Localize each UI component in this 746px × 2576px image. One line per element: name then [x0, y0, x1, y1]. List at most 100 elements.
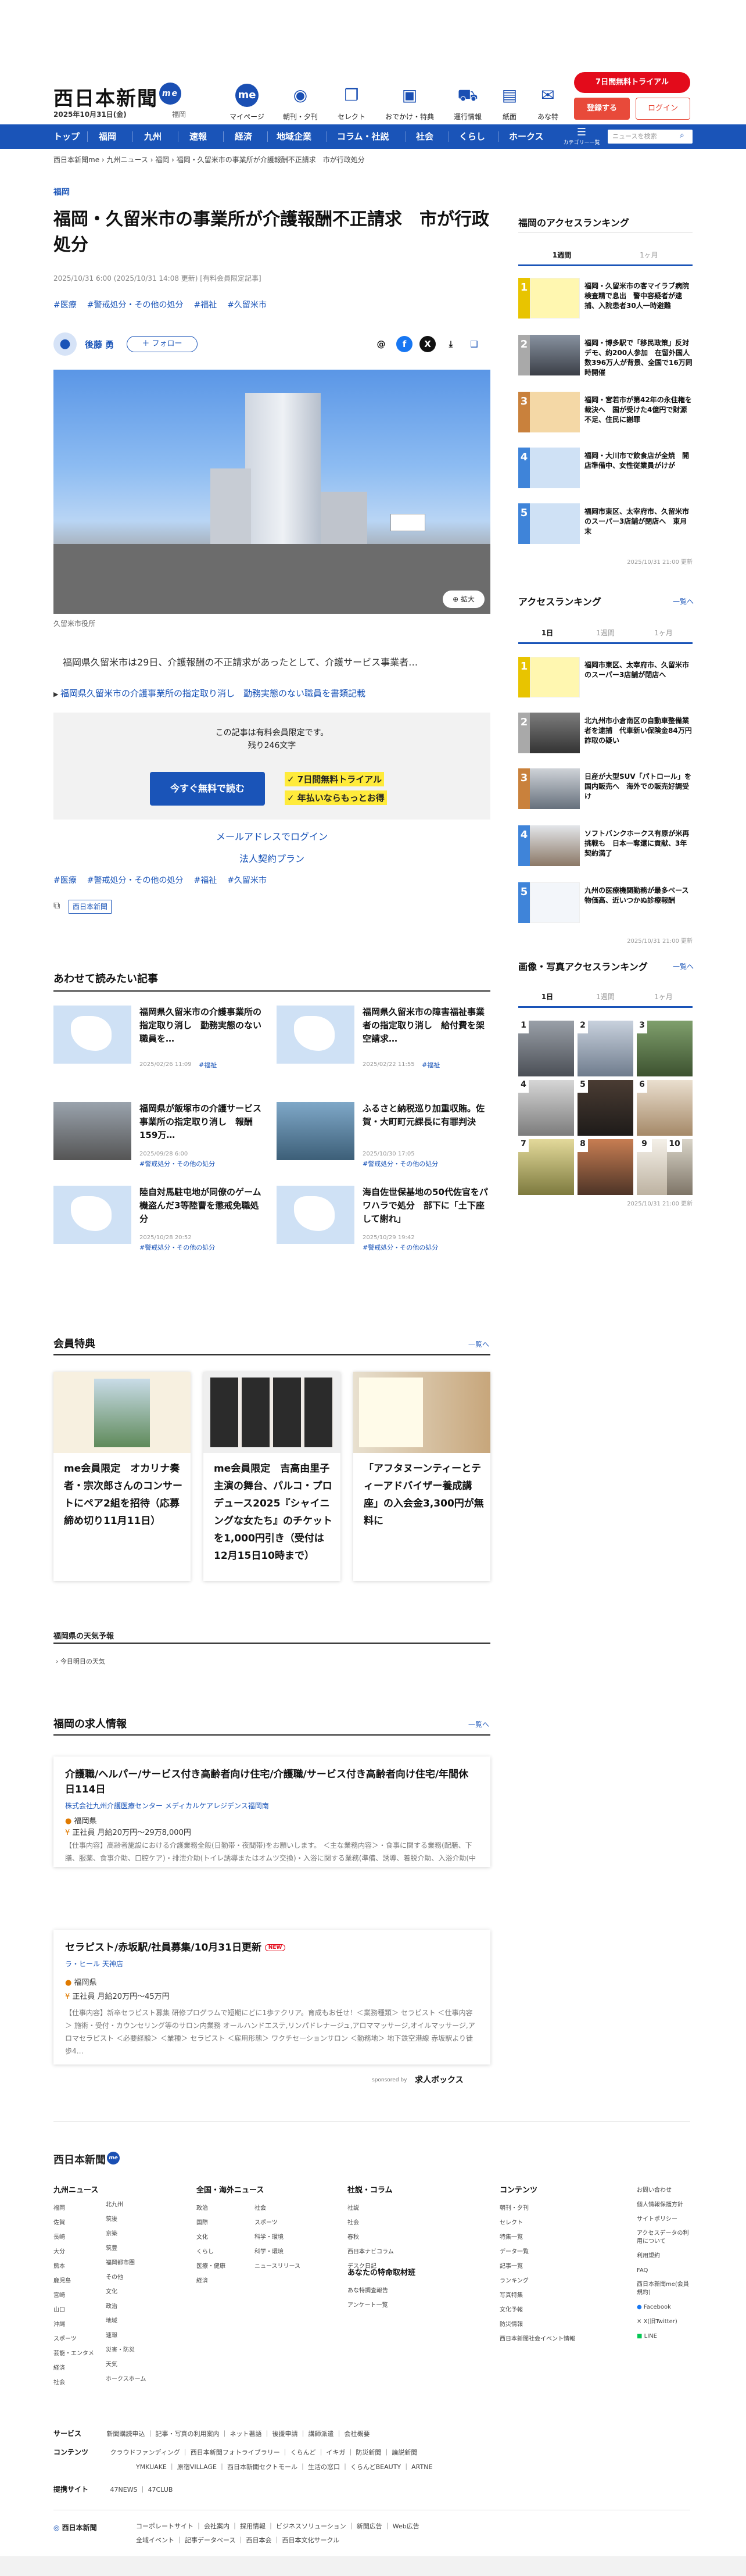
footer-link[interactable]: 個人情報保護方針 — [637, 2198, 693, 2212]
source-badge[interactable]: 西日本新聞 — [69, 900, 112, 914]
footer-link[interactable]: サイトポリシー — [637, 2212, 693, 2227]
job-card[interactable]: 介護職/ヘルパー/サービス付き高齢者向け住宅/介護職/サービス付き高齢者向け住宅… — [53, 1756, 490, 1867]
footer-link[interactable]: あな特調査報告 — [347, 2284, 440, 2298]
footer-link[interactable]: Web広告 — [393, 2523, 419, 2530]
footer-link[interactable]: 採用情報 — [240, 2523, 266, 2530]
footer-link[interactable]: 熊本 — [53, 2259, 100, 2274]
footer-link[interactable]: 北九州 — [106, 2198, 158, 2212]
menu-top[interactable]: トップ — [53, 124, 80, 149]
footer-link[interactable]: 長崎 — [53, 2230, 100, 2245]
x-link[interactable]: ✕ X(旧Twitter) — [637, 2314, 693, 2329]
perks-more-link[interactable]: 一覧へ — [468, 1339, 489, 1349]
footer-link[interactable]: 春秋 — [347, 2230, 440, 2245]
tab-month[interactable]: 1ヶ月 — [605, 250, 693, 260]
ranking-item[interactable]: 5 福岡市東区、太宰府市、久留米市のスーパー3店舗が閉店へ 東月末 — [518, 503, 693, 544]
menu-economy[interactable]: 経済 — [235, 124, 252, 149]
menu-living[interactable]: くらし — [459, 124, 485, 149]
section-label[interactable]: 福岡 — [53, 186, 70, 198]
footer-link[interactable]: アクセスデータの利用について — [637, 2230, 693, 2246]
tag-link[interactable]: #久留米市 — [227, 876, 267, 885]
recommended-card[interactable]: ふるさと納税巡り加重収賄。佐賀・大町町元課長に有罪判決 2025/10/30 1… — [277, 1102, 495, 1168]
perk-card[interactable]: me会員限定 オカリナ奏者・宗次郎さんのコンサートにペア2組を招待（応募締め切り… — [53, 1372, 191, 1581]
menu-column[interactable]: コラム・社説 — [337, 124, 389, 149]
footer-link[interactable]: 西日本新聞フォトライブラリー — [191, 2449, 280, 2456]
footer-link[interactable]: 鹿児島 — [53, 2274, 100, 2288]
article-photo[interactable]: ⊕ 拡大 — [53, 370, 490, 614]
facebook-link[interactable]: ● Facebook — [637, 2300, 693, 2314]
footer-link[interactable]: 社会 — [347, 2216, 440, 2230]
footer-link[interactable]: 佐賀 — [53, 2216, 100, 2230]
footer-link[interactable]: 科学・環境 — [254, 2245, 307, 2259]
footer-link[interactable]: 福岡都市圏 — [106, 2256, 158, 2270]
recommended-card[interactable]: 海自佐世保基地の50代佐官をパワハラで処分 部下に「土下座して謝れ」 2025/… — [277, 1186, 495, 1252]
footer-link[interactable]: 防災情報 — [500, 2317, 598, 2332]
tab-week[interactable]: 1週間 — [576, 628, 634, 638]
weather-sub[interactable]: › 今日明日の天気 — [56, 1656, 105, 1666]
header-region[interactable]: 福岡 — [172, 109, 186, 119]
footer-link[interactable]: 新聞購読申込 — [107, 2430, 145, 2438]
read-free-button[interactable]: 今すぐ無料で読む — [150, 772, 265, 806]
copy-icon[interactable]: ⧉ — [53, 900, 60, 911]
footer-link[interactable]: 政治 — [106, 2299, 158, 2314]
footer-link[interactable]: 新聞広告 — [357, 2523, 382, 2530]
avatar[interactable]: ● — [53, 332, 77, 356]
footer-link[interactable]: くらんどBEAUTY — [350, 2463, 401, 2471]
x-icon[interactable]: X — [419, 336, 436, 352]
tab-month[interactable]: 1ヶ月 — [634, 628, 693, 638]
recommended-card[interactable]: 陸自対馬駐屯地が同僚のゲーム機盗んだ3等陸曹を懲戒免職処分 2025/10/28… — [53, 1186, 272, 1251]
photo-ranking-more[interactable]: 一覧へ — [673, 961, 694, 971]
footer-link[interactable]: 医療・健康 — [196, 2259, 249, 2274]
tag-link[interactable]: #福祉 — [193, 876, 217, 885]
footer-link[interactable]: 西日本会 — [246, 2536, 271, 2544]
line-link[interactable]: ■ LINE — [637, 2329, 693, 2344]
footer-link[interactable]: クラウドファンディング — [110, 2449, 180, 2456]
footer-link[interactable]: 講師派遣 — [309, 2430, 334, 2438]
footer-link[interactable]: 宮崎 — [53, 2288, 100, 2303]
footer-link[interactable]: お問い合わせ — [637, 2183, 693, 2198]
footer-link[interactable]: 沖縄 — [53, 2317, 100, 2332]
card-tag[interactable]: #福祉 — [422, 1060, 440, 1069]
menu-fukuoka[interactable]: 福岡 — [99, 124, 116, 149]
footer-link[interactable]: 特集一覧 — [500, 2230, 598, 2245]
perk-card[interactable]: me会員限定 吉高由里子主演の舞台、パルコ・プロデュース2025『シャイニングな… — [203, 1372, 340, 1581]
perk-card[interactable]: 「アフタヌーンティーとティーアドバイザー養成講座」の入会金3,300円が無料に — [353, 1372, 490, 1581]
footer-link[interactable]: イキガ — [326, 2449, 345, 2456]
menu-kyushu[interactable]: 九州 — [144, 124, 162, 149]
nav-anatoku[interactable]: ✉ あな特 — [522, 84, 574, 121]
footer-link[interactable]: 災害・防災 — [106, 2343, 158, 2357]
footer-link[interactable]: くらし — [196, 2245, 249, 2259]
footer-link[interactable]: 全域イベント — [136, 2536, 174, 2544]
footer-link[interactable]: 西日本文化サークル — [282, 2536, 339, 2544]
corp-logo[interactable]: ◎ 西日本新聞 — [53, 2523, 97, 2532]
card-tag[interactable]: #警戒処分・その他の処分 — [363, 1159, 438, 1168]
footer-link[interactable]: 防災新聞 — [356, 2449, 381, 2456]
photo-rank-item[interactable]: 4 — [518, 1080, 574, 1136]
footer-link[interactable]: 筑豊 — [106, 2241, 158, 2256]
email-login-link[interactable]: メールアドレスでログイン — [0, 829, 544, 843]
footer-link[interactable]: 47NEWS — [110, 2486, 138, 2493]
footer-link[interactable]: 原宿VILLAGE — [177, 2463, 217, 2471]
card-tag[interactable]: #警戒処分・その他の処分 — [363, 1243, 438, 1252]
tab-month[interactable]: 1ヶ月 — [634, 992, 693, 1001]
footer-link[interactable]: その他 — [106, 2270, 158, 2285]
tab-day[interactable]: 1日 — [518, 628, 576, 638]
recommended-card[interactable]: 福岡県久留米市の障害福祉事業者の指定取り消し 給付費を架空請求… 2025/02… — [277, 1006, 495, 1069]
footer-link[interactable]: スポーツ — [53, 2332, 100, 2346]
trial-button[interactable]: 7日間無料トライアル — [574, 72, 690, 93]
menu-local-biz[interactable]: 地域企業 — [277, 124, 311, 149]
footer-link[interactable]: 文化 — [106, 2285, 158, 2299]
ranking-item[interactable]: 1 福岡市東区、太宰府市、久留米市のスーパー3店舗が閉店へ — [518, 657, 693, 697]
breadcrumb[interactable]: 西日本新聞me › 九州ニュース › 福岡 › 福岡・久留米市の事業所が介護報酬… — [53, 155, 365, 164]
footer-link[interactable]: 会社概要 — [345, 2430, 370, 2438]
nav-outing[interactable]: ▣ おでかけ・特典 — [383, 84, 436, 121]
site-logo[interactable]: 西日本新聞 me — [53, 83, 181, 111]
footer-link[interactable]: 京築 — [106, 2227, 158, 2241]
footer-link[interactable]: 文化予報 — [500, 2303, 598, 2317]
job-card[interactable]: セラピスト/赤坂駅/社員募集/10月31日更新 NEW ラ・ヒール 天神店 ● … — [53, 1930, 490, 2065]
footer-link[interactable]: 速報 — [106, 2328, 158, 2343]
access-ranking-more[interactable]: 一覧へ — [673, 596, 694, 606]
sponsor-logo[interactable]: 求人ボックス — [415, 2074, 464, 2085]
menu-society[interactable]: 社会 — [416, 124, 433, 149]
zoom-button[interactable]: ⊕ 拡大 — [443, 591, 485, 608]
recommended-card[interactable]: 福岡県久留米市の介護事業所の指定取り消し 勤務実態のない職員を… 2025/02… — [53, 1006, 272, 1069]
